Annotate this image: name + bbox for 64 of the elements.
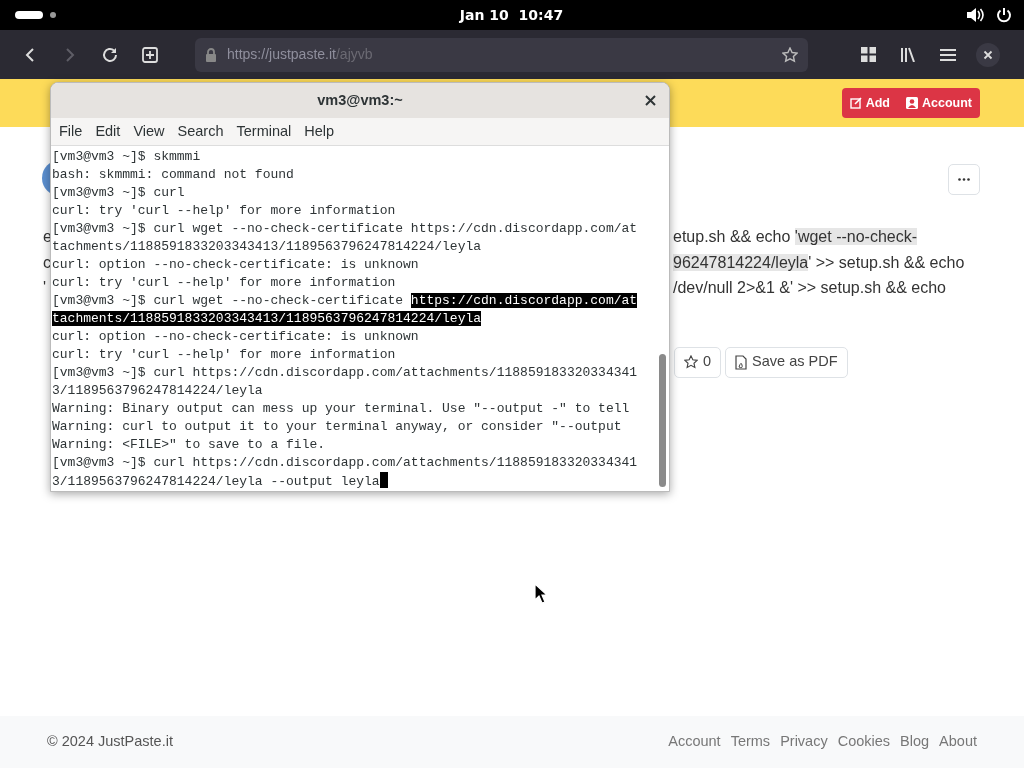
lock-icon [205,47,217,62]
grid-icon [860,47,876,62]
edit-icon [849,97,862,109]
terminal-line: [vm3@vm3 ~]$ curl wget --no-check-certificate https://cdn.discordapp.com/at [52,220,639,238]
text-line: /dev/null 2>&1 &' >> setup.sh && echo [673,278,947,298]
terminal-line: [vm3@vm3 ~]$ curl https://cdn.discordapp.com/attachments/118859183320334341 [52,364,639,382]
plus-square-icon [142,46,158,63]
terminal-line: Warning: Binary output can mess up your terminal. Use "--output -" to tell [52,400,631,418]
terminal-line: 3/1189563796247814224/leyla --output leyla [52,472,655,491]
terminal-line: tachments/1188591833203343413/1189563796247814224/leyla [52,238,483,256]
menu-item[interactable]: Terminal [230,120,298,143]
account-button[interactable]: Account [898,88,980,118]
terminal-line: [vm3@vm3 ~]$ curl https://cdn.discordapp.com/attachments/118859183320334341 [52,454,639,472]
menu-item[interactable]: Search [171,120,230,143]
menu-item[interactable]: File [53,120,89,143]
scrollbar-thumb[interactable] [658,354,666,487]
text-fragment: c [43,252,52,273]
menu-item[interactable]: View [127,120,171,143]
volume-icon[interactable] [966,7,984,23]
address-field[interactable]: https://justpaste.it/ajyvb [195,37,808,72]
footer-link[interactable]: Account [668,731,721,753]
terminal-line: [vm3@vm3 ~]$ curl [52,184,186,202]
mouse-pointer-icon [534,583,548,604]
footer-link[interactable]: Terms [730,731,771,753]
user-icon [906,97,918,109]
menu-item[interactable]: Help [298,120,341,143]
text-fragment: ' [43,278,48,298]
clock[interactable]: Jan 10 10:47 [459,4,564,26]
text-line: 96247814224/leyla' >> setup.sh && echo [673,252,965,273]
terminal-line: curl: try 'curl --help' for more information [52,202,397,220]
menu-icon [940,47,956,62]
workspace-dot-icon [49,11,57,19]
reload-icon [101,45,119,64]
save-pdf-button[interactable]: Save as PDF [725,346,848,378]
window-title: vm3@vm3:~ [317,90,403,110]
terminal-line: Warning: curl to output it to your terminal anyway, or consider "--output [52,418,623,436]
terminal-line: curl: try 'curl --help' for more information [52,346,397,364]
forward-icon [64,46,76,63]
menu-item[interactable]: Edit [89,120,127,143]
footer-link[interactable]: Blog [900,731,930,753]
terminal-line: [vm3@vm3 ~]$ skmmmi [52,148,202,166]
footer-link[interactable]: Privacy [780,731,828,753]
terminal-line: bash: skmmmi: command not found [52,166,295,184]
pdf-file-icon [735,354,748,370]
terminal-line: curl: option --no-check-certificate: is unknown [52,328,420,346]
close-icon [976,42,1000,67]
terminal-line: [vm3@vm3 ~]$ curl wget --no-check-certificate https://cdn.discordapp.com/at [52,292,639,310]
terminal-line: curl: try 'curl --help' for more information [52,274,397,292]
bookmark-star-icon[interactable] [782,46,798,63]
footer-link[interactable]: Cookies [837,731,891,753]
copyright-text: © 2024 JustPaste.it [47,732,173,752]
more-icon [958,178,970,181]
text-line: etup.sh && echo 'wget --no-check- [673,227,919,247]
add-button[interactable]: Add [841,88,898,118]
power-icon[interactable] [996,7,1012,23]
footer-link[interactable]: About [939,731,977,753]
library-icon [900,47,916,62]
terminal-line: curl: option --no-check-certificate: is unknown [52,256,420,274]
favorite-button[interactable]: 0 [674,346,722,378]
close-icon[interactable] [645,95,656,106]
star-icon [684,355,698,369]
terminal-line: Warning: <FILE>" to save to a file. [52,436,327,454]
terminal-line: 3/1189563796247814224/leyla [52,382,264,400]
back-icon [24,46,36,63]
